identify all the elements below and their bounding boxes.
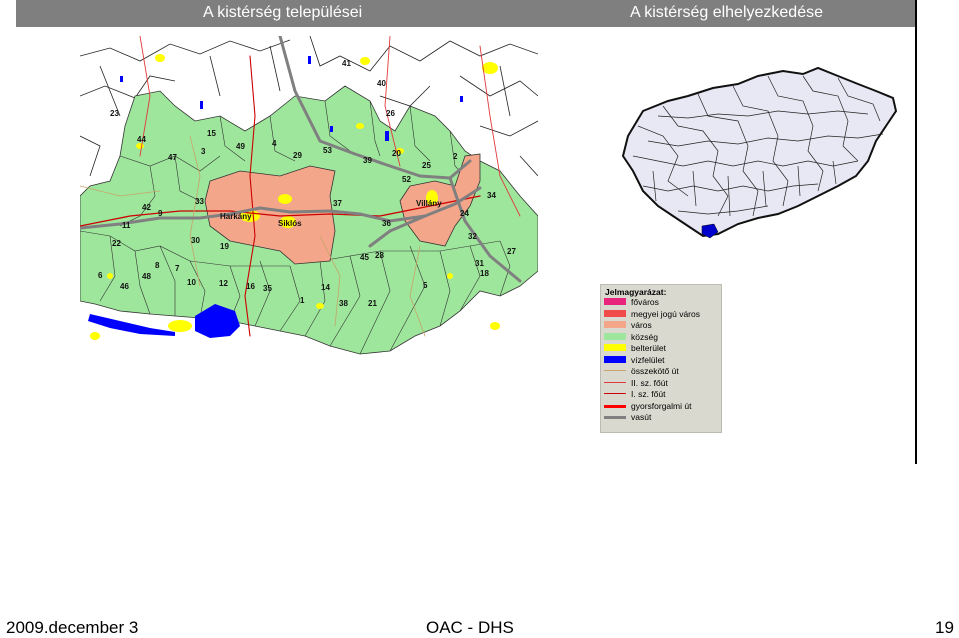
settlement-number: 29 bbox=[293, 151, 302, 160]
settlement-number: 1 bbox=[300, 296, 305, 305]
settlement-number: 16 bbox=[246, 282, 255, 291]
hungary-location-map bbox=[618, 66, 900, 242]
footer-center-text: OAC - DHS bbox=[426, 618, 514, 637]
settlement-number: 38 bbox=[339, 299, 348, 308]
legend-item: vasút bbox=[603, 412, 721, 422]
settlement-number: 45 bbox=[360, 253, 369, 262]
legend-label: gyorsforgalmi út bbox=[631, 400, 692, 411]
legend-label: II. sz. főút bbox=[631, 377, 668, 388]
legend-label: vasút bbox=[631, 412, 652, 422]
legend-item: főváros bbox=[603, 297, 721, 307]
settlement-number: 49 bbox=[236, 142, 245, 151]
settlement-number: 23 bbox=[110, 109, 119, 118]
legend-label: belterület bbox=[631, 343, 666, 353]
settlement-number: 37 bbox=[333, 199, 342, 208]
legend-item: vízfelület bbox=[603, 355, 721, 365]
settlement-number: 5 bbox=[423, 281, 428, 290]
legend-swatch bbox=[604, 309, 626, 317]
legend-swatch bbox=[604, 298, 626, 305]
legend-label: főváros bbox=[631, 297, 659, 307]
legend-label: I. sz. főút bbox=[631, 389, 666, 399]
legend-swatch bbox=[604, 404, 626, 408]
legend-label: vízfelület bbox=[631, 354, 665, 365]
settlement-number: 31 bbox=[475, 259, 484, 268]
settlement-number: 8 bbox=[155, 261, 160, 270]
settlement-number: 27 bbox=[507, 247, 516, 256]
settlement-number: 12 bbox=[219, 279, 228, 288]
settlement-number: 44 bbox=[137, 135, 146, 144]
settlement-number: 3 bbox=[201, 147, 206, 156]
settlement-number: 22 bbox=[112, 239, 121, 248]
legend-item: összekötő út bbox=[603, 366, 721, 376]
legend-label: község bbox=[631, 331, 658, 342]
settlement-number: 11 bbox=[122, 221, 131, 230]
legend-item: II. sz. főút bbox=[603, 378, 721, 388]
settlement-number: 28 bbox=[375, 251, 384, 260]
legend-swatch bbox=[604, 416, 626, 419]
settlement-number: 14 bbox=[321, 283, 330, 292]
city-label-harkany: Harkány bbox=[220, 212, 252, 221]
city-label-siklos: Siklós bbox=[278, 219, 302, 228]
legend-label: város bbox=[631, 320, 652, 330]
settlement-number: 7 bbox=[175, 264, 180, 273]
settlement-number: 21 bbox=[368, 299, 377, 308]
settlement-number: 10 bbox=[187, 278, 196, 287]
settlement-number: 25 bbox=[422, 161, 431, 170]
legend-swatch bbox=[604, 370, 626, 371]
legend-item: megyei jogú város bbox=[603, 309, 721, 319]
legend-swatch bbox=[604, 344, 626, 351]
city-label-villany: Villány bbox=[416, 199, 442, 208]
settlement-number: 9 bbox=[158, 209, 163, 218]
legend-item: I. sz. főút bbox=[603, 389, 721, 399]
legend-swatch bbox=[604, 332, 626, 340]
settlement-number: 32 bbox=[468, 232, 477, 241]
settlement-number: 40 bbox=[377, 79, 386, 88]
legend-swatch bbox=[604, 355, 626, 363]
page-number: 19 bbox=[935, 618, 954, 637]
legend-swatch bbox=[604, 321, 626, 328]
settlement-number: 15 bbox=[207, 129, 216, 138]
settlement-number: 46 bbox=[120, 282, 129, 291]
settlement-number: 4 bbox=[272, 139, 277, 148]
header-right-title: A kistérség elhelyezkedése bbox=[630, 4, 823, 21]
settlement-number: 33 bbox=[195, 197, 204, 206]
settlement-number: 30 bbox=[191, 236, 200, 245]
legend-label: megyei jogú város bbox=[631, 308, 700, 319]
settlement-number: 41 bbox=[342, 59, 351, 68]
header-left-title: A kistérség települései bbox=[203, 4, 363, 21]
settlement-number: 24 bbox=[460, 209, 469, 218]
footer-date: 2009.december 3 bbox=[6, 618, 139, 637]
legend-swatch bbox=[604, 393, 626, 394]
subregion-map: 41 40 26 23 44 15 49 4 29 53 39 20 25 2 47 3 52 34 42 33 37 2… bbox=[80, 36, 538, 356]
settlement-number: 48 bbox=[142, 272, 151, 281]
settlement-number: 19 bbox=[220, 242, 229, 251]
legend-item: belterület bbox=[603, 343, 721, 353]
settlement-number: 53 bbox=[323, 146, 332, 155]
map-legend: Jelmagyarázat: főváros megyei jogú város v… bbox=[600, 284, 722, 433]
legend-item: város bbox=[603, 320, 721, 330]
settlement-number: 2 bbox=[453, 152, 458, 161]
legend-swatch bbox=[604, 381, 626, 383]
settlement-number: 52 bbox=[402, 175, 411, 184]
header-bar: A kistérség települései A kistérség elhe… bbox=[16, 0, 915, 27]
legend-item: község bbox=[603, 332, 721, 342]
settlement-number: 34 bbox=[487, 191, 496, 200]
settlement-number: 39 bbox=[363, 156, 372, 165]
settlement-number: 35 bbox=[263, 284, 272, 293]
settlement-number: 20 bbox=[392, 149, 401, 158]
settlement-number: 26 bbox=[386, 109, 395, 118]
settlement-number: 47 bbox=[168, 153, 177, 162]
settlement-number: 36 bbox=[382, 219, 391, 228]
slide-border bbox=[915, 0, 917, 464]
settlement-number: 18 bbox=[480, 269, 489, 278]
legend-title: Jelmagyarázat: bbox=[605, 287, 667, 297]
settlement-number: 6 bbox=[98, 271, 103, 280]
legend-item: gyorsforgalmi út bbox=[603, 401, 721, 411]
legend-label: összekötő út bbox=[631, 366, 679, 376]
settlement-number: 42 bbox=[142, 203, 151, 212]
